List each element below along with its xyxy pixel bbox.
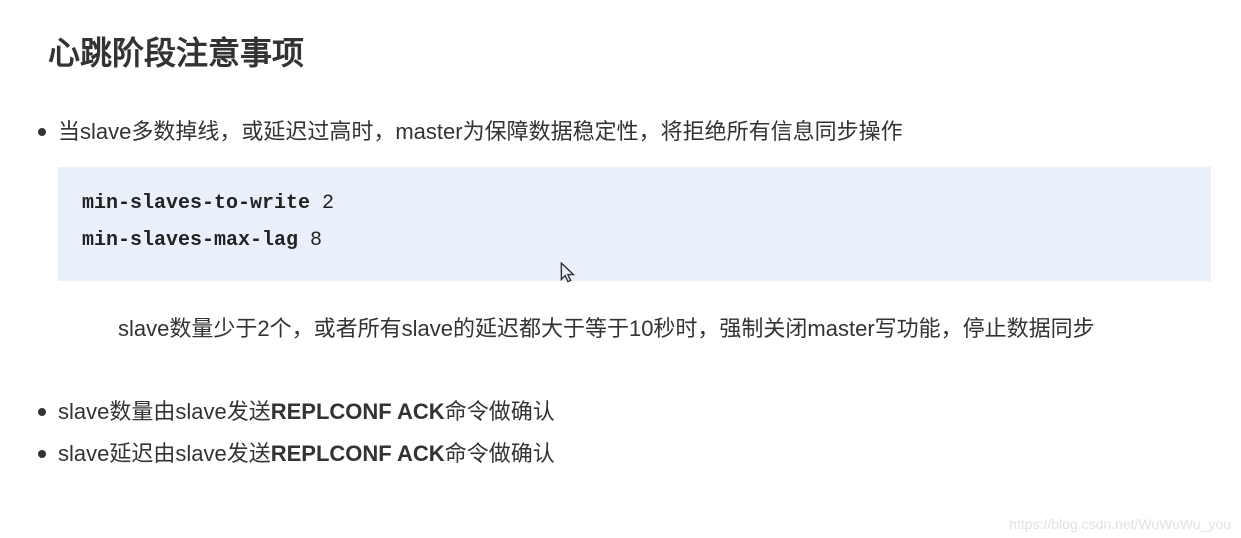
list-item-text: 当slave多数掉线，或延迟过高时，master为保障数据稳定性，将拒绝所有信息… [58, 119, 903, 144]
list-item: 当slave多数掉线，或延迟过高时，master为保障数据稳定性，将拒绝所有信息… [30, 114, 1241, 149]
list-item-text-bold: REPLCONF ACK [271, 441, 445, 466]
bullet-list: slave数量由slave发送REPLCONF ACK命令做确认 slave延迟… [30, 394, 1241, 470]
list-item-text-bold: REPLCONF ACK [271, 399, 445, 424]
code-value: 8 [298, 229, 322, 252]
code-block: min-slaves-to-write 2 min-slaves-max-lag… [58, 167, 1211, 281]
code-value: 2 [310, 192, 334, 215]
code-key: min-slaves-to-write [82, 192, 310, 215]
list-item-text-prefix: slave数量由slave发送 [58, 399, 271, 424]
sub-text: slave数量少于2个，或者所有slave的延迟都大于等于10秒时，强制关闭ma… [30, 297, 1241, 376]
list-item-text-suffix: 命令做确认 [445, 441, 555, 466]
code-line: min-slaves-max-lag 8 [82, 222, 1187, 259]
list-item-text-suffix: 命令做确认 [445, 399, 555, 424]
list-item: slave延迟由slave发送REPLCONF ACK命令做确认 [30, 436, 1241, 471]
code-line: min-slaves-to-write 2 [82, 185, 1187, 222]
list-item: slave数量由slave发送REPLCONF ACK命令做确认 [30, 394, 1241, 429]
bullet-list: 当slave多数掉线，或延迟过高时，master为保障数据稳定性，将拒绝所有信息… [30, 114, 1241, 149]
watermark: https://blog.csdn.net/WuWuWu_you [1009, 516, 1231, 532]
page-title: 心跳阶段注意事项 [0, 0, 1241, 74]
list-item-text-prefix: slave延迟由slave发送 [58, 441, 271, 466]
content-area: 当slave多数掉线，或延迟过高时，master为保障数据稳定性，将拒绝所有信息… [0, 74, 1241, 471]
code-key: min-slaves-max-lag [82, 229, 298, 252]
